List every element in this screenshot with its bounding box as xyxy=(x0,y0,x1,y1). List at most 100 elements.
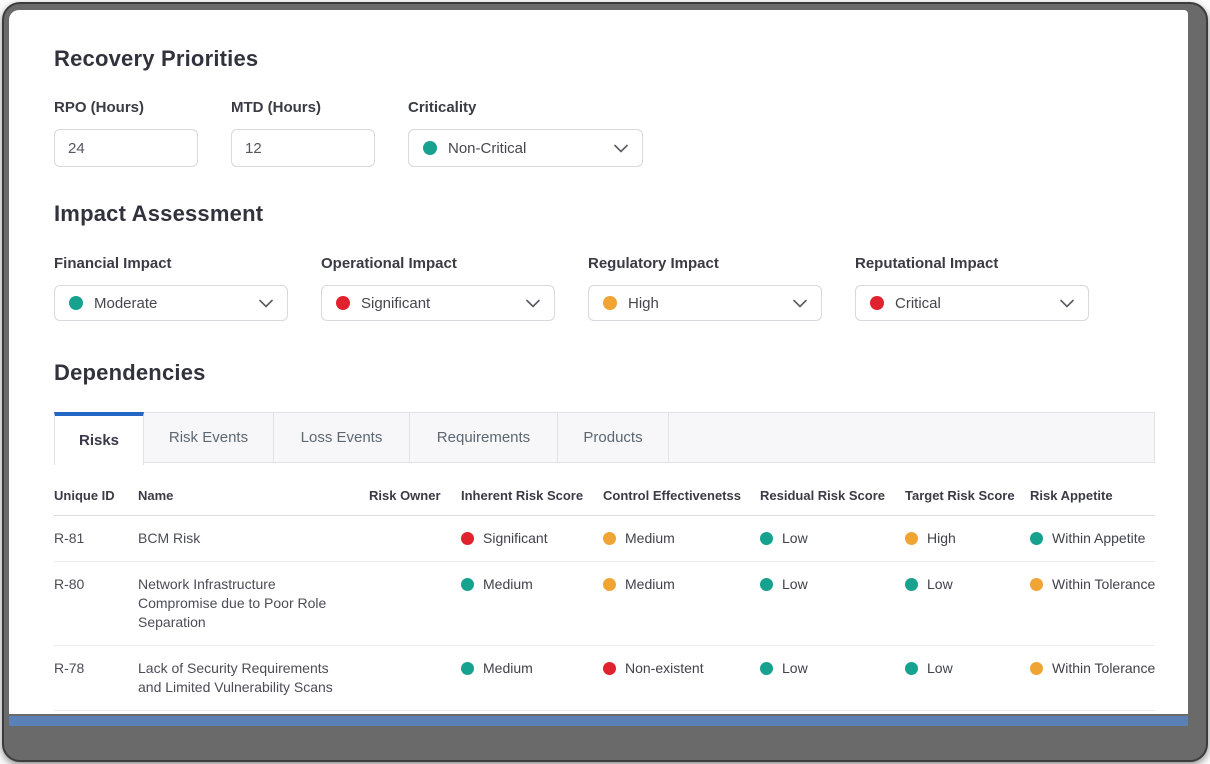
score-label: Medium xyxy=(625,529,675,548)
chevron-down-icon xyxy=(259,299,273,308)
tab-requirements[interactable]: Requirements xyxy=(410,413,558,462)
financial-impact-field: Financial Impact Moderate xyxy=(54,255,288,321)
financial-impact-select[interactable]: Moderate xyxy=(54,285,288,321)
tab-bar-filler xyxy=(669,413,1154,462)
tab-risk-events[interactable]: Risk Events xyxy=(144,413,274,462)
operational-impact-field: Operational Impact Significant xyxy=(321,255,555,321)
financial-impact-value: Moderate xyxy=(94,295,157,312)
tab-products[interactable]: Products xyxy=(558,413,669,462)
chevron-down-icon xyxy=(793,299,807,308)
table-row[interactable]: R-78 Lack of Security Requirements and L… xyxy=(54,646,1155,711)
col-name: Name xyxy=(138,488,369,515)
score-dot xyxy=(461,532,474,545)
impact-assessment-title: Impact Assessment xyxy=(54,201,1155,227)
operational-impact-value: Significant xyxy=(361,295,430,312)
chevron-down-icon xyxy=(526,299,540,308)
target-risk-score-cell: High xyxy=(905,516,1030,561)
risk-name-cell: Network Infrastructure Compromise due to… xyxy=(138,562,369,645)
unique-id-cell: R-81 xyxy=(54,516,138,561)
unique-id-cell: R-78 xyxy=(54,646,138,710)
financial-impact-label: Financial Impact xyxy=(54,255,288,272)
rpo-label: RPO (Hours) xyxy=(54,99,198,116)
app-window: Recovery Priorities RPO (Hours) MTD (Hou… xyxy=(2,2,1208,762)
risk-owner-cell xyxy=(369,516,461,561)
regulatory-impact-field: Regulatory Impact High xyxy=(588,255,822,321)
regulatory-impact-value: High xyxy=(628,295,659,312)
operational-impact-label: Operational Impact xyxy=(321,255,555,272)
inherent-risk-score-cell: Medium xyxy=(461,646,603,710)
mtd-input[interactable] xyxy=(231,129,375,167)
score-dot xyxy=(905,662,918,675)
risk-owner-cell xyxy=(369,646,461,710)
score-dot xyxy=(1030,662,1043,675)
score-dot xyxy=(603,662,616,675)
criticality-field: Criticality Non-Critical xyxy=(408,99,643,167)
page-content: Recovery Priorities RPO (Hours) MTD (Hou… xyxy=(9,10,1188,714)
risk-name-cell: BCM Risk xyxy=(138,516,369,561)
unique-id-cell: R-80 xyxy=(54,562,138,645)
tab-loss-events[interactable]: Loss Events xyxy=(274,413,410,462)
risks-table-header: Unique ID Name Risk Owner Inherent Risk … xyxy=(54,488,1155,516)
score-label: Non-existent xyxy=(625,659,704,678)
table-row[interactable]: R-81 BCM Risk Significant Medium Low xyxy=(54,516,1155,562)
col-target-risk-score: Target Risk Score xyxy=(905,488,1030,515)
score-dot xyxy=(1030,578,1043,591)
control-effectiveness-cell: Medium xyxy=(603,562,760,645)
score-dot xyxy=(461,578,474,591)
score-dot xyxy=(905,532,918,545)
control-effectiveness-cell: Medium xyxy=(603,516,760,561)
chevron-down-icon xyxy=(614,144,628,153)
target-risk-score-cell: Low xyxy=(905,646,1030,710)
inherent-risk-score-cell: Significant xyxy=(461,516,603,561)
score-dot xyxy=(905,578,918,591)
mtd-field: MTD (Hours) xyxy=(231,99,375,167)
score-label: Within Tolerance xyxy=(1052,575,1155,594)
reputational-impact-value: Critical xyxy=(895,295,941,312)
residual-risk-score-cell: Low xyxy=(760,646,905,710)
score-dot xyxy=(760,578,773,591)
recovery-fields-row: RPO (Hours) MTD (Hours) Criticality Non-… xyxy=(54,99,1155,167)
criticality-select[interactable]: Non-Critical xyxy=(408,129,643,167)
risk-appetite-cell: Within Tolerance xyxy=(1030,562,1155,645)
score-dot xyxy=(760,532,773,545)
score-label: High xyxy=(927,529,956,548)
status-dot xyxy=(870,296,884,310)
table-row[interactable]: R-80 Network Infrastructure Compromise d… xyxy=(54,562,1155,646)
risk-appetite-cell: Within Appetite xyxy=(1030,516,1155,561)
chevron-down-icon xyxy=(1060,299,1074,308)
score-label: Medium xyxy=(483,659,533,678)
status-dot xyxy=(423,141,437,155)
col-residual-risk-score: Residual Risk Score xyxy=(760,488,905,515)
rpo-input[interactable] xyxy=(54,129,198,167)
tab-risks[interactable]: Risks xyxy=(54,412,144,465)
score-label: Significant xyxy=(483,529,548,548)
dependencies-tab-bar: Risks Risk Events Loss Events Requiremen… xyxy=(54,412,1155,463)
risk-appetite-cell: Within Tolerance xyxy=(1030,646,1155,710)
score-label: Low xyxy=(927,659,953,678)
status-dot xyxy=(603,296,617,310)
score-dot xyxy=(461,662,474,675)
score-label: Medium xyxy=(483,575,533,594)
score-label: Low xyxy=(782,529,808,548)
control-effectiveness-cell: Non-existent xyxy=(603,646,760,710)
status-dot xyxy=(336,296,350,310)
residual-risk-score-cell: Low xyxy=(760,562,905,645)
target-risk-score-cell: Low xyxy=(905,562,1030,645)
score-dot xyxy=(760,662,773,675)
reputational-impact-select[interactable]: Critical xyxy=(855,285,1089,321)
col-control-effectiveness: Control Effectivenetss xyxy=(603,488,760,515)
residual-risk-score-cell: Low xyxy=(760,516,905,561)
score-label: Within Appetite xyxy=(1052,529,1145,548)
col-risk-appetite: Risk Appetite xyxy=(1030,488,1155,515)
dependencies-title: Dependencies xyxy=(54,360,1155,386)
col-risk-owner: Risk Owner xyxy=(369,488,461,515)
score-label: Medium xyxy=(625,575,675,594)
inherent-risk-score-cell: Medium xyxy=(461,562,603,645)
regulatory-impact-select[interactable]: High xyxy=(588,285,822,321)
criticality-label: Criticality xyxy=(408,99,643,116)
score-label: Low xyxy=(927,575,953,594)
col-unique-id: Unique ID xyxy=(54,488,138,515)
score-label: Within Tolerance xyxy=(1052,659,1155,678)
score-label: Low xyxy=(782,575,808,594)
operational-impact-select[interactable]: Significant xyxy=(321,285,555,321)
